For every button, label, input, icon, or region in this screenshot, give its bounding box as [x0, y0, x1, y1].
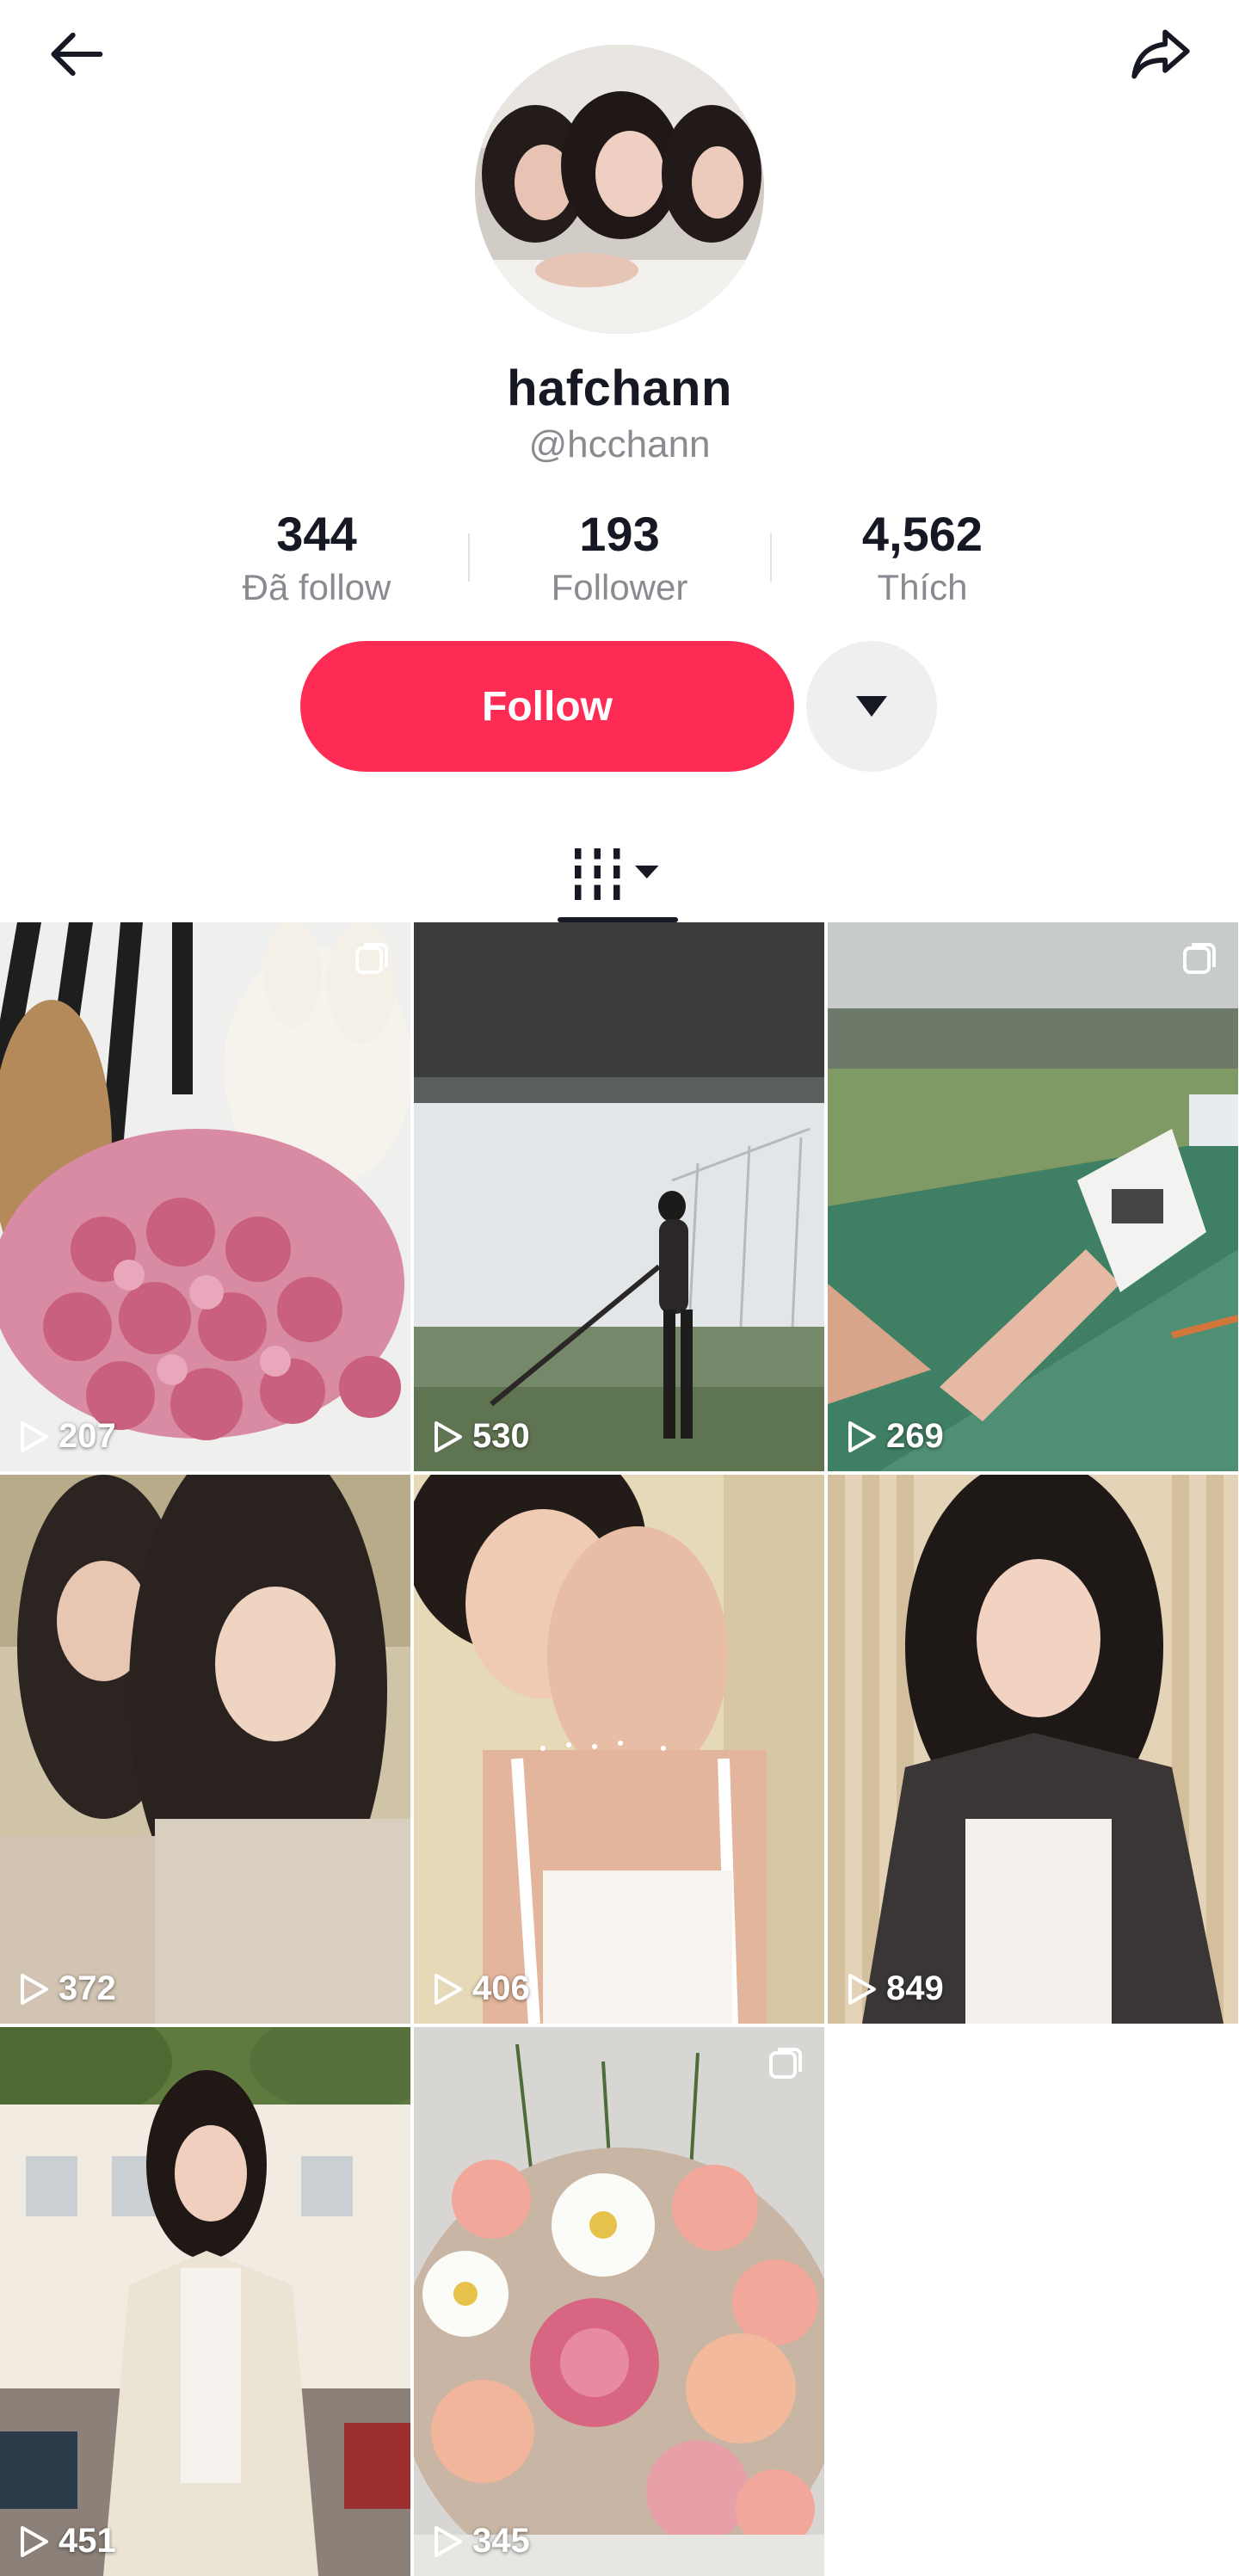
view-count-text: 345 [472, 2522, 530, 2560]
play-outline-icon [435, 2525, 462, 2557]
view-count: 269 [847, 1417, 944, 1456]
view-count: 207 [19, 1417, 116, 1456]
video-tile[interactable]: 530 [414, 922, 824, 1471]
video-tile[interactable]: 849 [828, 1475, 1238, 2024]
play-outline-icon [435, 1973, 462, 2005]
grid-bars-icon [575, 848, 659, 900]
video-thumbnail [414, 1475, 824, 2024]
view-count-text: 530 [472, 1417, 530, 1455]
play-outline-icon [21, 1420, 48, 1452]
follow-button[interactable]: Follow [300, 641, 794, 772]
caret-down-icon [856, 696, 887, 717]
play-outline-icon [21, 1973, 48, 2005]
view-count-text: 207 [59, 1417, 116, 1455]
video-tile[interactable]: 372 [0, 1475, 410, 2024]
video-thumbnail [0, 1475, 410, 2024]
following-count: 344 [276, 507, 357, 561]
video-thumbnail [828, 922, 1238, 1471]
play-outline-icon [848, 1420, 876, 1452]
arrow-left-icon [51, 32, 103, 77]
view-count: 345 [433, 2522, 530, 2561]
video-thumbnail [828, 1475, 1238, 2024]
stat-likes[interactable]: 4,562 Thích [793, 504, 1051, 611]
video-thumbnail [0, 2027, 410, 2576]
avatar[interactable] [475, 45, 764, 334]
share-button[interactable] [1113, 7, 1208, 102]
video-tile[interactable]: 406 [414, 1475, 824, 2024]
username-handle: @hcchann [528, 423, 711, 465]
photo-carousel-icon [769, 2048, 802, 2079]
play-outline-icon [848, 1973, 876, 2005]
stat-divider [468, 533, 470, 582]
view-count: 530 [433, 1417, 530, 1456]
video-tile[interactable]: 345 [414, 2027, 824, 2576]
view-count-text: 849 [886, 1969, 944, 2007]
view-count: 849 [847, 1969, 944, 2008]
view-count-text: 269 [886, 1417, 944, 1455]
followers-count: 193 [579, 507, 660, 561]
video-tile[interactable]: 207 [0, 922, 410, 1471]
likes-count: 4,562 [861, 507, 983, 561]
view-count-text: 451 [59, 2522, 116, 2560]
photo-carousel-icon [1183, 943, 1216, 974]
view-count: 372 [19, 1969, 116, 2008]
video-tile[interactable]: 269 [828, 922, 1238, 1471]
profile-tabs [0, 826, 1239, 922]
video-tile[interactable]: 451 [0, 2027, 410, 2576]
video-thumbnail [414, 922, 824, 1471]
play-outline-icon [21, 2525, 48, 2557]
following-label: Đã follow [242, 567, 391, 607]
profile-stats: 344 Đã follow 193 Follower 4,562 Thích [0, 504, 1239, 616]
display-name: hafchann [507, 361, 732, 416]
view-count-text: 406 [472, 1969, 530, 2007]
view-count-text: 372 [59, 1969, 116, 2007]
video-thumbnail [0, 922, 410, 1471]
likes-label: Thích [877, 567, 968, 607]
stat-following[interactable]: 344 Đã follow [188, 504, 446, 611]
view-count: 406 [433, 1969, 530, 2008]
tab-videos[interactable] [558, 826, 678, 922]
photo-carousel-icon [355, 943, 388, 974]
back-button[interactable] [31, 7, 126, 102]
followers-label: Follower [551, 567, 688, 607]
video-thumbnail [414, 2027, 824, 2576]
stat-followers[interactable]: 193 Follower [490, 504, 749, 611]
stat-divider [770, 533, 772, 582]
view-count: 451 [19, 2522, 116, 2561]
play-outline-icon [435, 1420, 462, 1452]
share-arrow-icon [1131, 29, 1190, 79]
suggested-accounts-button[interactable] [806, 641, 937, 772]
